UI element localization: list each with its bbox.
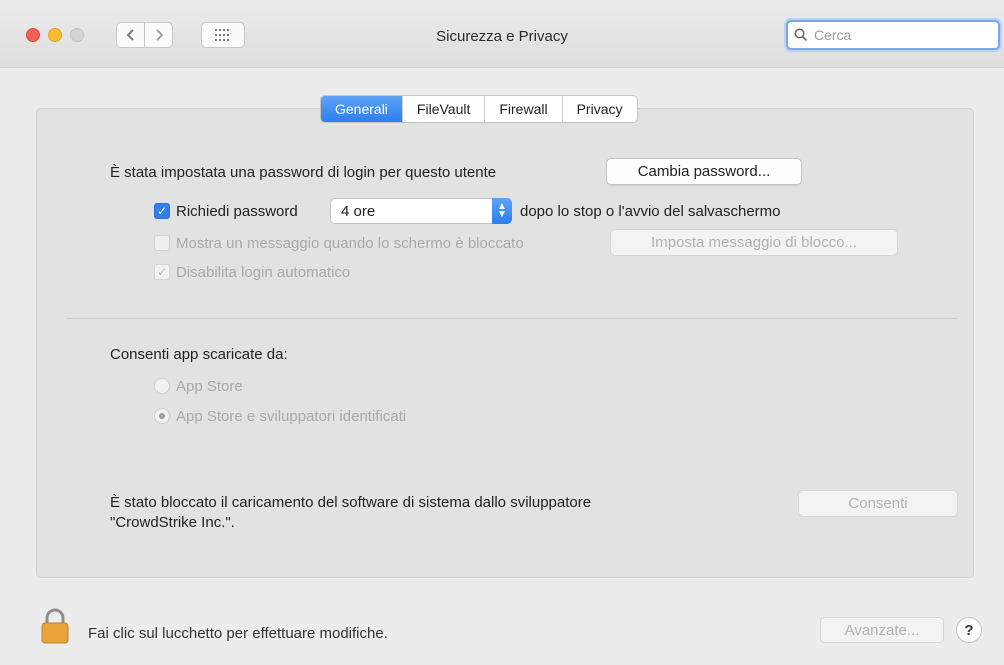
radio-selected-dot — [159, 413, 165, 419]
radio-app-store[interactable] — [154, 378, 170, 394]
checkmark-icon: ✓ — [156, 204, 168, 218]
lock-hint-text: Fai clic sul lucchetto per effettuare mo… — [88, 625, 388, 642]
tab-bar: Generali FileVault Firewall Privacy — [320, 95, 638, 123]
checkmark-icon: ✓ — [156, 265, 168, 279]
allow-button[interactable]: Consenti — [798, 490, 958, 517]
change-password-button[interactable]: Cambia password... — [606, 158, 802, 185]
radio-app-store-label: App Store — [176, 378, 243, 395]
disable-autologin-checkbox[interactable]: ✓ — [154, 264, 170, 280]
show-message-label: Mostra un messaggio quando lo schermo è … — [176, 235, 524, 252]
lock-icon[interactable] — [40, 608, 70, 644]
require-password-select[interactable]: 4 ore ▲ ▼ — [330, 198, 512, 224]
search-icon — [794, 28, 808, 42]
show-message-checkbox[interactable] — [154, 235, 170, 251]
set-lock-message-button[interactable]: Imposta messaggio di blocco... — [610, 229, 898, 256]
disable-autologin-label: Disabilita login automatico — [176, 264, 351, 281]
chevron-up-down-icon: ▲ ▼ — [492, 198, 512, 224]
require-password-checkbox[interactable]: ✓ — [154, 203, 170, 219]
radio-app-store-identified[interactable] — [154, 408, 170, 424]
allow-apps-title: Consenti app scaricate da: — [110, 346, 288, 363]
blocked-software-text-line1: È stato bloccato il caricamento del soft… — [110, 494, 592, 511]
tab-generali[interactable]: Generali — [321, 96, 403, 122]
search-input[interactable] — [812, 26, 992, 44]
advanced-button[interactable]: Avanzate... — [820, 617, 944, 643]
help-button[interactable]: ? — [956, 617, 982, 643]
radio-app-store-identified-label: App Store e sviluppatori identificati — [176, 408, 407, 425]
title-bar: Sicurezza e Privacy — [0, 0, 1004, 68]
tab-firewall[interactable]: Firewall — [485, 96, 563, 122]
blocked-software-text-line2: "CrowdStrike Inc.". — [110, 514, 235, 531]
require-password-suffix: dopo lo stop o l'avvio del salvaschermo — [520, 203, 781, 220]
section-divider — [66, 318, 958, 319]
require-password-label: Richiedi password — [176, 203, 298, 220]
tab-privacy[interactable]: Privacy — [563, 96, 637, 122]
password-set-label: È stata impostata una password di login … — [110, 164, 497, 181]
require-password-select-value: 4 ore — [341, 202, 376, 220]
search-field[interactable] — [786, 20, 1000, 50]
tab-filevault[interactable]: FileVault — [403, 96, 486, 122]
